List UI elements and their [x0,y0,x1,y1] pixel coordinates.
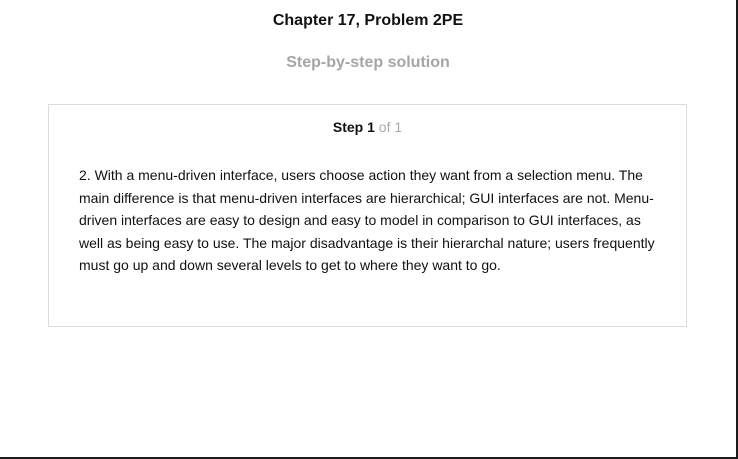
step-number: 1 [367,119,375,135]
step-body-text: 2. With a menu-driven interface, users c… [79,167,655,273]
step-label: Step [332,119,364,135]
page-title: Chapter 17, Problem 2PE [272,12,464,29]
solution-subtitle: Step-by-step solution [286,54,450,71]
step-total: of 1 [378,119,403,135]
step-header: Step 1 of 1 [49,119,686,135]
solution-step-card: Step 1 of 1 2. With a menu-driven interf… [48,104,687,327]
